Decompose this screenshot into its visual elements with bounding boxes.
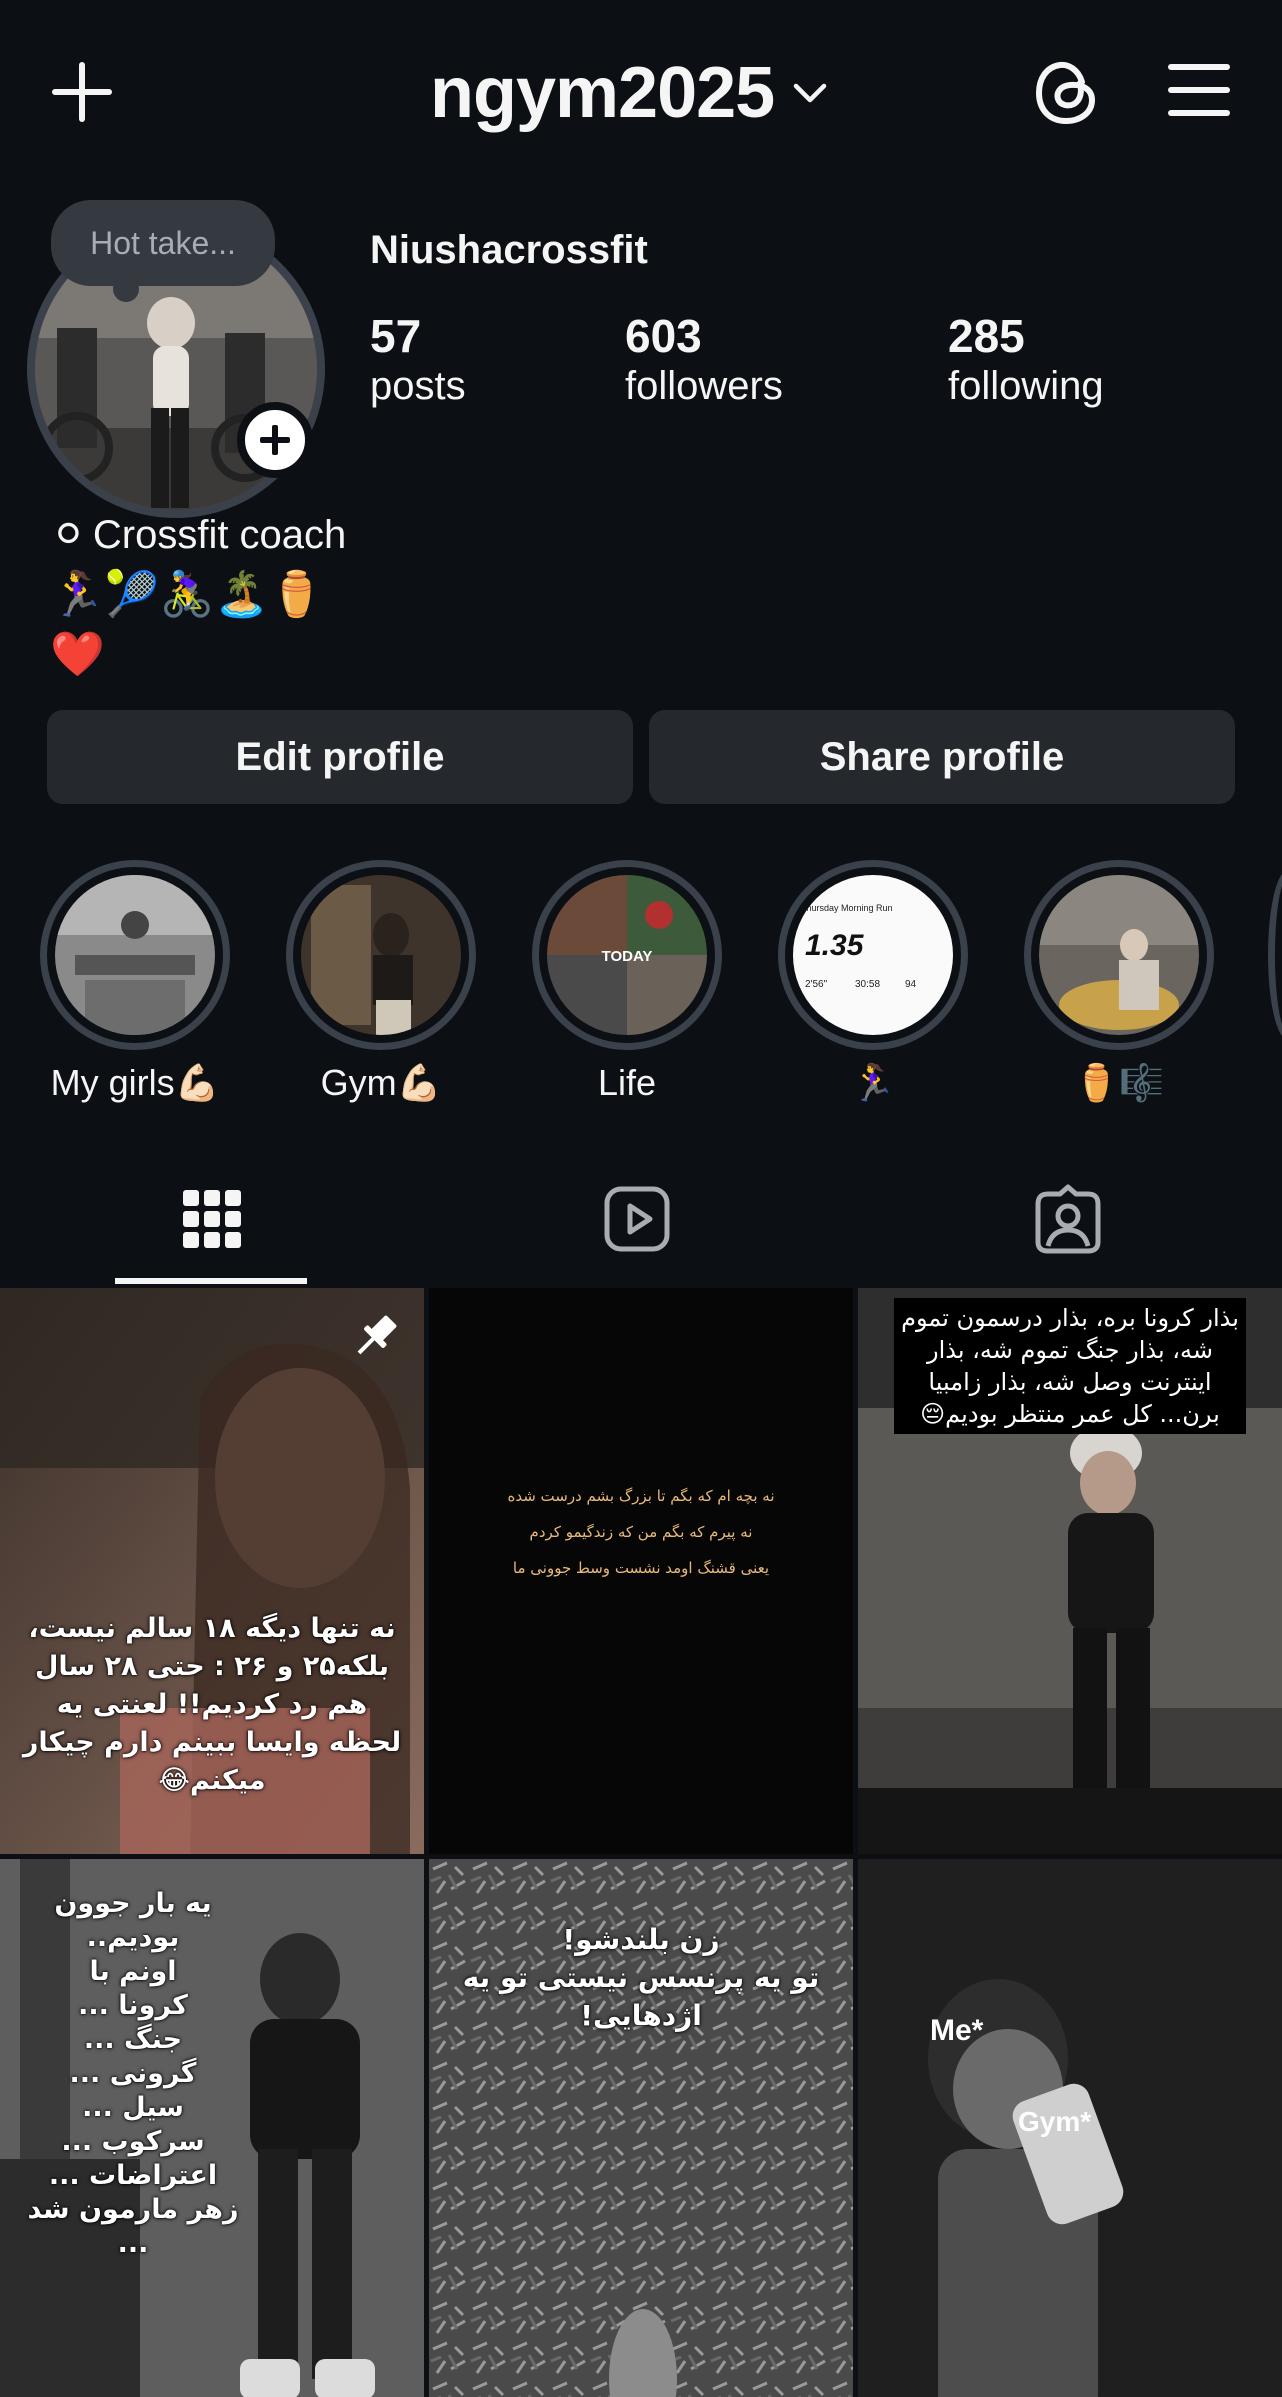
highlight-music[interactable]: ⚱️🎼 (1024, 860, 1214, 1104)
profile-tabs (0, 1160, 1282, 1285)
post-tile[interactable]: Me* Gym* (858, 1859, 1282, 2397)
highlight-label: Gym💪🏻 (320, 1062, 442, 1103)
highlight-cover: Thursday Morning Run 1.35 2'56" 30:58 94 (778, 860, 968, 1050)
post-caption-me: Me* (930, 2014, 984, 2047)
post-caption: نه بچه ام که بگم تا بزرگ بشم درست شده نه… (507, 1487, 775, 1577)
posts-count-label: posts (370, 363, 466, 408)
tagged-person-icon (1035, 1184, 1101, 1254)
highlight-my-girls[interactable]: My girls💪🏻 (40, 860, 230, 1104)
post-caption: یه بار جوون بودیم.. اونم با کرونا ... جن… (27, 1888, 239, 2259)
run-title: Thursday Morning Run (801, 903, 893, 913)
plus-icon[interactable] (50, 60, 114, 124)
note-bubble[interactable]: Hot take... (51, 200, 275, 302)
highlight-label: Life (597, 1062, 657, 1103)
highlight-partial[interactable] (1268, 870, 1282, 1040)
bio-emojis: 🏃‍♀️🎾🚴‍♀️🏝️⚱️ (50, 569, 324, 620)
highlight-label: 🏃‍♀️ (850, 1063, 896, 1104)
account-switcher[interactable]: ngym2025 (430, 45, 828, 140)
posts-count[interactable]: 57 posts (370, 310, 466, 409)
followers-count-value: 603 (625, 310, 702, 362)
highlight-gym[interactable]: Gym💪🏻 (286, 860, 476, 1104)
threads-icon[interactable] (1032, 55, 1102, 130)
highlight-cover (1024, 860, 1214, 1050)
tab-tagged[interactable] (854, 1160, 1281, 1285)
grid-icon (183, 1190, 241, 1248)
username: ngym2025 (430, 52, 775, 133)
active-tab-indicator (115, 1278, 307, 1284)
posts-count-value: 57 (370, 310, 422, 362)
post-caption: نه تنها دیگه ۱۸ سالم نیست، بلکه۲۵ و ۲۶ :… (22, 1613, 402, 1796)
display-name: Niushacrossfit (370, 228, 648, 272)
top-bar: ngym2025 (0, 0, 1282, 180)
edit-profile-button[interactable]: Edit profile (47, 710, 633, 804)
post-caption-gym: Gym* (1018, 2106, 1092, 2137)
white-circle-emoji: ⚪ (50, 509, 87, 560)
highlight-cover: TODAY (532, 860, 722, 1050)
post-tile[interactable]: نه بچه ام که بگم تا بزرگ بشم درست شده نه… (429, 1288, 853, 1854)
following-count[interactable]: 285 following (948, 310, 1104, 409)
post-tile[interactable]: بذار کرونا بره، بذار درسمون تموم شه، بذا… (858, 1288, 1282, 1854)
heart-emoji: ❤️ (50, 629, 105, 680)
run-distance: 1.35 (805, 929, 865, 962)
chevron-down-icon (793, 83, 827, 102)
followers-count-label: followers (625, 363, 783, 408)
add-story-button[interactable] (237, 402, 313, 478)
following-count-value: 285 (948, 310, 1025, 362)
highlight-label: My girls💪🏻 (50, 1062, 220, 1103)
pin-icon (357, 1315, 397, 1355)
highlight-label: ⚱️🎼 (1074, 1063, 1164, 1104)
profile-avatar-area[interactable]: Hot take... (27, 200, 325, 518)
highlight-cover (40, 860, 230, 1050)
post-caption: زن بلندشو! تو یه پرنسس نیستی تو یه اژدها… (462, 1923, 820, 2032)
followers-count[interactable]: 603 followers (625, 310, 783, 409)
run-time: 30:58 (855, 979, 880, 990)
tab-posts-grid[interactable] (0, 1160, 427, 1285)
highlight-overlay-text: TODAY (602, 948, 653, 965)
highlight-cover (286, 860, 476, 1050)
share-profile-button[interactable]: Share profile (649, 710, 1235, 804)
post-tile[interactable]: نه تنها دیگه ۱۸ سالم نیست، بلکه۲۵ و ۲۶ :… (0, 1288, 424, 1854)
reels-icon (604, 1186, 670, 1252)
post-tile[interactable]: یه بار جوون بودیم.. اونم با کرونا ... جن… (0, 1859, 424, 2397)
run-calories: 94 (905, 979, 917, 990)
tab-reels[interactable] (427, 1160, 854, 1285)
note-text: Hot take... (90, 224, 236, 261)
hamburger-menu-icon[interactable] (1168, 64, 1230, 116)
following-count-label: following (948, 363, 1104, 408)
highlight-run[interactable]: Thursday Morning Run 1.35 2'56" 30:58 94… (778, 860, 968, 1104)
bio-title: Crossfit coach (92, 513, 347, 557)
bio: ⚪ Crossfit coach 🏃‍♀️🎾🚴‍♀️🏝️⚱️ ❤️ (50, 505, 346, 685)
run-pace: 2'56" (805, 979, 828, 990)
bio-line-1: ⚪ Crossfit coach (50, 505, 346, 565)
post-tile[interactable]: زن بلندشو! تو یه پرنسس نیستی تو یه اژدها… (429, 1859, 853, 2397)
post-caption: بذار کرونا بره، بذار درسمون تموم شه، بذا… (894, 1298, 1246, 1434)
highlight-life[interactable]: TODAY Life (532, 860, 722, 1104)
